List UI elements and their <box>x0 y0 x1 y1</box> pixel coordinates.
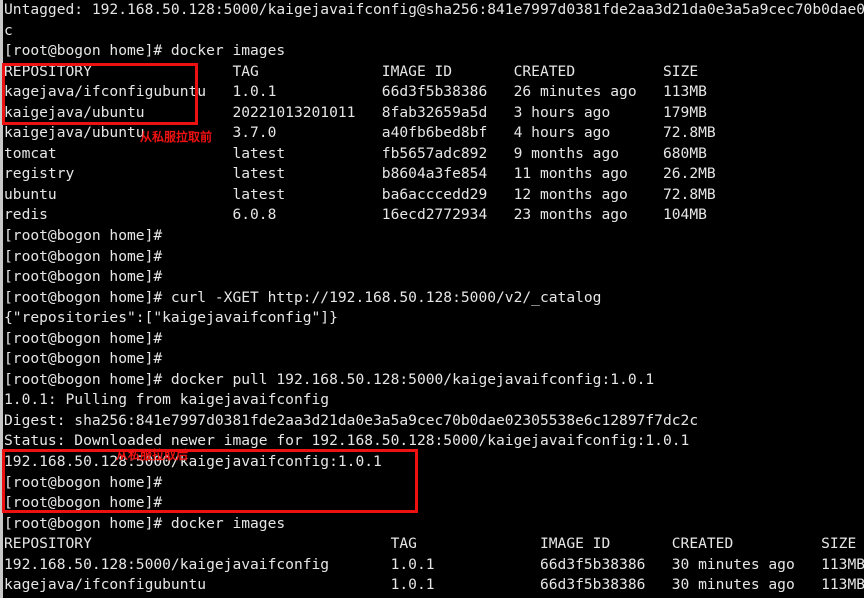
terminal-line: {"repositories":["kaigejavaifconfig"]} <box>4 309 338 327</box>
terminal-line: REPOSITORY TAG IMAGE ID CREATED SIZE <box>4 535 857 553</box>
terminal-line: [root@bogon home]# <box>4 227 163 245</box>
terminal-line: REPOSITORY TAG IMAGE ID CREATED SIZE <box>4 62 699 80</box>
terminal-line: [root@bogon home]# <box>4 350 163 368</box>
terminal-line: ubuntu latest ba6acccedd29 12 months ago… <box>4 185 716 203</box>
terminal-line: [root@bogon home]# <box>4 329 163 347</box>
terminal-line: Untagged: 192.168.50.128:5000/kaigejavai… <box>4 1 864 18</box>
terminal-line: [root@bogon home]# docker images <box>4 42 286 60</box>
terminal-line: redis 6.0.8 16ecd2772934 23 months ago 1… <box>4 206 707 224</box>
terminal-line: [root@bogon home]# <box>4 268 163 286</box>
terminal-output[interactable]: Untagged: 192.168.50.128:5000/kaigejavai… <box>4 0 864 598</box>
terminal-line: registry latest b8604a3fe854 11 months a… <box>4 165 716 183</box>
terminal-line: [root@bogon home]# <box>4 473 163 491</box>
terminal-line: [root@bogon home]# <box>4 247 163 265</box>
terminal-line: Digest: sha256:841e7997d0381fde2aa3d21da… <box>4 411 699 429</box>
terminal-window[interactable]: Untagged: 192.168.50.128:5000/kaigejavai… <box>0 0 864 598</box>
terminal-line: 192.168.50.128:5000/kaigejavaifconfig 1.… <box>4 555 864 573</box>
terminal-line: kagejava/ifconfigubuntu 1.0.1 66d3f5b383… <box>4 576 864 594</box>
terminal-line: [root@bogon home]# docker images <box>4 514 286 532</box>
terminal-line: tomcat latest fb5657adc892 9 months ago … <box>4 144 707 162</box>
terminal-line: c <box>4 21 13 39</box>
terminal-left-gutter <box>0 0 3 598</box>
terminal-line: [root@bogon home]# <box>4 494 163 512</box>
terminal-line: 1.0.1: Pulling from kaigejavaifconfig <box>4 391 330 409</box>
terminal-line: kaigejava/ubuntu 20221013201011 8fab3265… <box>4 103 707 121</box>
terminal-line: kagejava/ifconfigubuntu 1.0.1 66d3f5b383… <box>4 83 707 101</box>
terminal-line: [root@bogon home]# curl -XGET http://192… <box>4 288 602 306</box>
annotation-before-pull: 从私服拉取前 <box>140 130 213 144</box>
annotation-after-pull: 从私服拉取后 <box>116 448 189 462</box>
terminal-line: kaigejava/ubuntu 3.7.0 a40fb6bed8bf 4 ho… <box>4 124 716 142</box>
terminal-line: [root@bogon home]# docker pull 192.168.5… <box>4 370 655 388</box>
